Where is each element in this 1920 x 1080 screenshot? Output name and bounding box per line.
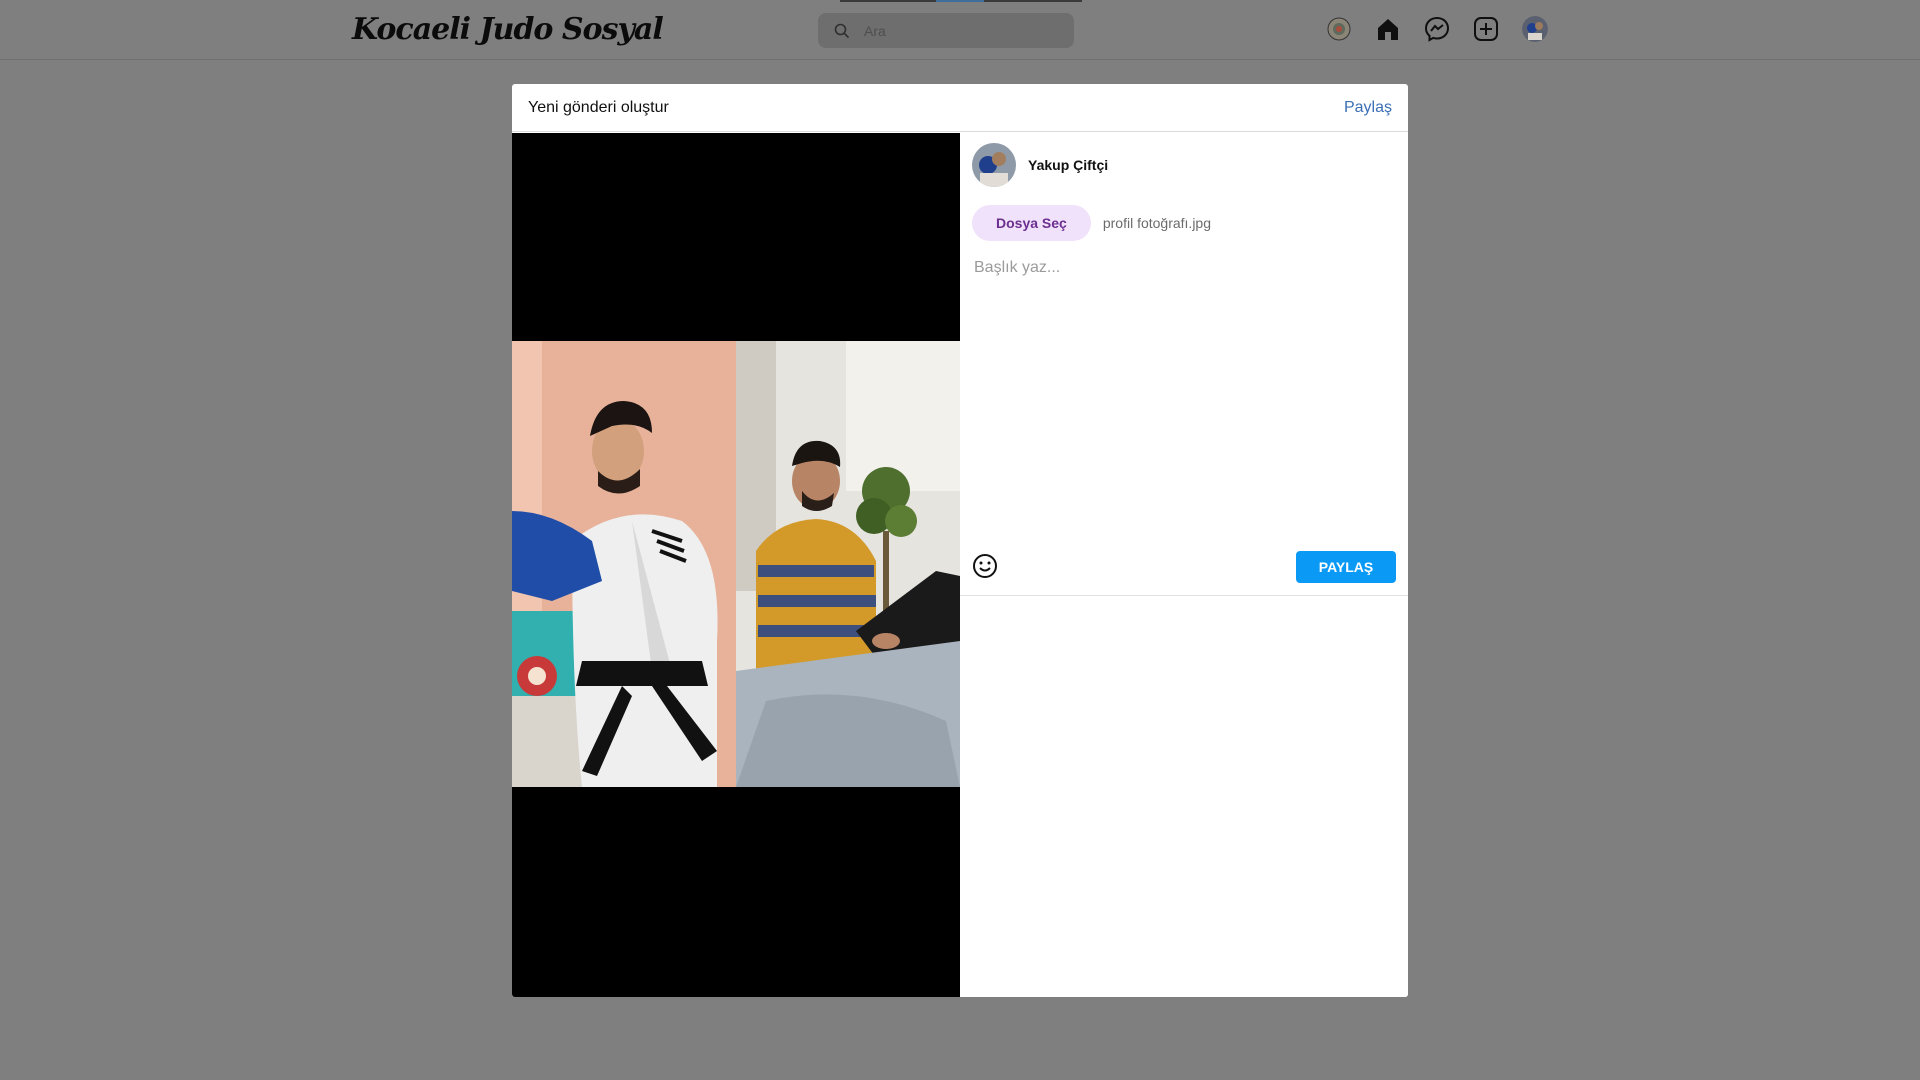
- site-logo[interactable]: Kocaeli Judo Sosyal: [352, 12, 664, 47]
- messenger-icon[interactable]: [1424, 16, 1450, 42]
- loading-indicator: [936, 0, 984, 2]
- media-preview: [512, 133, 960, 997]
- create-post-modal: Yeni gönderi oluştur Paylaş Yakup Çiftçi…: [512, 84, 1408, 997]
- laptop-working-photo: [736, 341, 960, 787]
- file-picker: Dosya Seç profil fotoğrafı.jpg: [972, 205, 1211, 241]
- profile-avatar-icon[interactable]: [1522, 16, 1548, 42]
- search-input[interactable]: [862, 21, 1046, 40]
- modal-title: Yeni gönderi oluştur: [528, 98, 669, 116]
- post-author: Yakup Çiftçi: [972, 143, 1108, 187]
- search-icon: [834, 23, 850, 39]
- author-avatar: [972, 143, 1016, 187]
- caption-input[interactable]: [972, 257, 1396, 461]
- share-button[interactable]: PAYLAŞ: [1296, 551, 1396, 583]
- post-details-pane: Yakup Çiftçi Dosya Seç profil fotoğrafı.…: [960, 133, 1408, 997]
- search-box[interactable]: [818, 13, 1074, 48]
- author-name: Yakup Çiftçi: [1028, 157, 1109, 173]
- federation-logo-icon[interactable]: [1326, 16, 1352, 42]
- modal-header: Yeni gönderi oluştur Paylaş: [512, 84, 1408, 132]
- home-icon[interactable]: [1375, 16, 1401, 42]
- top-nav: Kocaeli Judo Sosyal: [0, 0, 1920, 60]
- divider: [960, 595, 1408, 596]
- header-share-link[interactable]: Paylaş: [1344, 99, 1392, 117]
- choose-file-button[interactable]: Dosya Seç: [972, 205, 1091, 241]
- selected-file-name: profil fotoğrafı.jpg: [1102, 215, 1211, 231]
- judo-athlete-photo: [512, 341, 736, 787]
- create-post-icon[interactable]: [1473, 16, 1499, 42]
- emoji-icon[interactable]: [972, 553, 998, 579]
